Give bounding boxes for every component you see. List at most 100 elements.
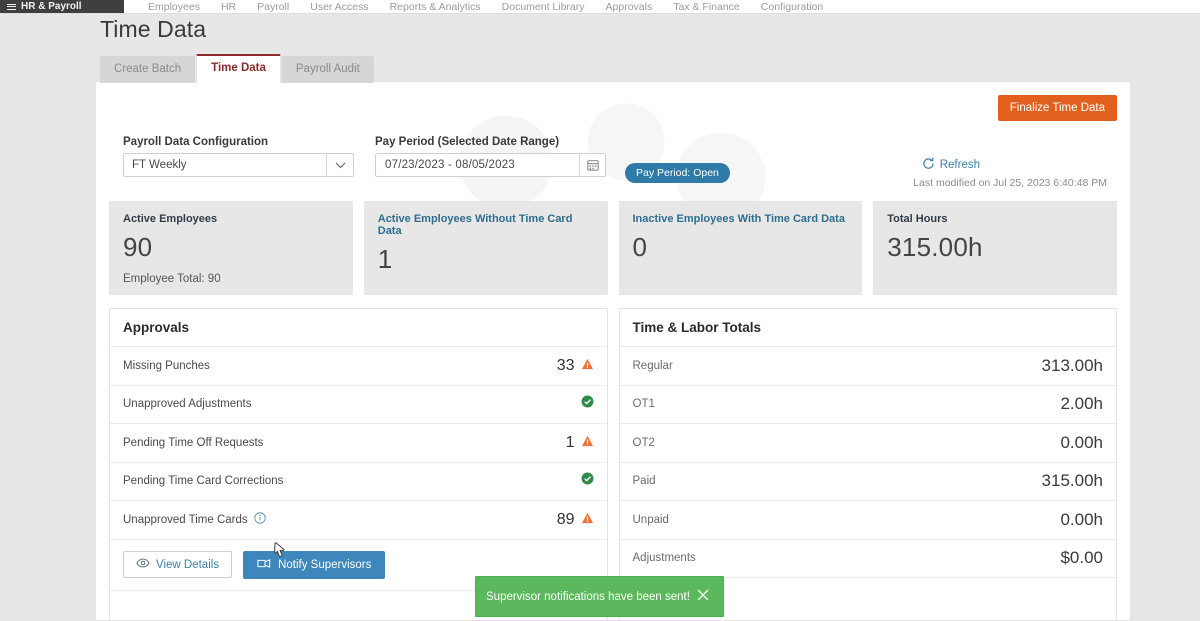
stat-card-active-employees-without-time-card-data[interactable]: Active Employees Without Time Card Data …	[363, 201, 608, 295]
total-row-value: 315.00h	[1041, 471, 1103, 491]
approval-row-value: 33	[556, 356, 575, 374]
table-row: OT1 2.00h	[619, 386, 1116, 424]
stat-card-active-employees: Active Employees 90 Employee Total: 90	[109, 201, 353, 295]
table-row[interactable]: Unapproved Time Cards 89	[110, 501, 607, 540]
pay-period-date-range-input[interactable]: 07/23/2023 - 08/05/2023	[375, 153, 606, 177]
approval-row-value-group: 89	[557, 511, 594, 529]
nav-items: Employees HR Payroll User Access Reports…	[124, 1, 823, 13]
approval-row-label: Pending Time Off Requests	[123, 436, 264, 449]
total-row-value: 0.00h	[1060, 509, 1103, 529]
calendar-icon[interactable]	[579, 154, 605, 176]
table-row: Regular 313.00h	[619, 347, 1116, 386]
nav-item-user-access[interactable]: User Access	[310, 1, 368, 13]
tab-create-batch[interactable]: Create Batch	[100, 56, 196, 83]
total-row-label: Adjustments	[632, 552, 696, 565]
pay-period-field: Pay Period (Selected Date Range) 07/23/2…	[375, 136, 606, 177]
approvals-panel-title: Approvals	[110, 309, 607, 347]
nav-item-tax-finance[interactable]: Tax & Finance	[673, 1, 740, 13]
total-row-label: OT1	[632, 398, 655, 411]
last-modified-text: Last modified on Jul 25, 2023 6:40:48 PM	[913, 177, 1107, 189]
stat-title[interactable]: Active Employees Without Time Card Data	[378, 213, 594, 237]
toast-notification: Supervisor notifications have been sent!	[475, 576, 724, 617]
chevron-down-icon[interactable]	[326, 154, 353, 176]
nav-item-approvals[interactable]: Approvals	[606, 1, 653, 13]
table-row[interactable]: Pending Time Card Corrections	[110, 463, 607, 501]
stat-value: 1	[377, 244, 393, 274]
approval-row-value-group: 1	[566, 434, 594, 452]
approval-row-value: 89	[556, 510, 575, 528]
stat-title: Total Hours	[887, 213, 948, 225]
pay-period-value: 07/23/2023 - 08/05/2023	[385, 159, 515, 171]
refresh-icon	[922, 157, 935, 173]
stat-title[interactable]: Inactive Employees With Time Card Data	[633, 213, 849, 225]
warning-icon	[581, 511, 594, 529]
page-title: Time Data	[100, 16, 207, 42]
close-icon[interactable]	[695, 587, 711, 606]
notify-supervisors-button[interactable]: Notify Supervisors	[243, 550, 386, 579]
time-labor-totals-title: Time & Labor Totals	[619, 309, 1116, 347]
total-row-value: 2.00h	[1060, 394, 1103, 414]
approvals-panel: Approvals Missing Punches 33 Unapproved …	[109, 308, 608, 620]
stat-title: Active Employees	[123, 213, 218, 225]
total-row-label: Unpaid	[632, 513, 669, 526]
approval-row-label-group: Unapproved Time Cards	[123, 512, 266, 527]
payroll-data-configuration-value: FT Weekly	[132, 159, 187, 171]
refresh-button[interactable]: Refresh	[922, 157, 980, 173]
filter-row: Payroll Data Configuration FT Weekly Pay…	[110, 136, 1116, 196]
table-row: OT2 0.00h	[619, 424, 1116, 463]
view-details-button[interactable]: View Details	[123, 551, 233, 578]
nav-item-payroll[interactable]: Payroll	[257, 1, 289, 13]
total-row-value: $0.00	[1060, 548, 1103, 568]
stat-value: 315.00h	[887, 232, 983, 262]
time-data-panel: Finalize Time Data Payroll Data Configur…	[95, 81, 1131, 621]
time-labor-totals-panel: Time & Labor Totals Regular 313.00h OT1 …	[618, 308, 1117, 620]
total-row-label: Paid	[632, 475, 656, 488]
pay-period-label: Pay Period (Selected Date Range)	[375, 136, 560, 148]
approval-row-value-group: 33	[557, 357, 594, 375]
approval-row-value: 1	[565, 433, 575, 451]
top-navigation-bar: HR & Payroll Employees HR Payroll User A…	[0, 0, 1200, 14]
table-row: Adjustments $0.00	[619, 540, 1116, 578]
check-circle-icon	[581, 472, 594, 490]
table-row: Unpaid 0.00h	[619, 501, 1116, 540]
approval-row-label: Unapproved Time Cards	[123, 513, 248, 526]
payroll-data-configuration-label: Payroll Data Configuration	[123, 136, 269, 148]
hamburger-icon[interactable]	[7, 2, 16, 11]
warning-icon	[581, 434, 594, 452]
approval-row-value-group	[575, 395, 594, 413]
refresh-label: Refresh	[939, 159, 980, 171]
total-row-label: OT2	[632, 436, 655, 449]
nav-item-configuration[interactable]: Configuration	[761, 1, 823, 13]
nav-item-employees[interactable]: Employees	[148, 1, 200, 13]
tab-payroll-audit[interactable]: Payroll Audit	[281, 56, 374, 83]
stat-card-total-hours: Total Hours 315.00h	[873, 201, 1117, 295]
send-icon	[257, 558, 271, 572]
nav-item-hr[interactable]: HR	[221, 1, 236, 13]
brand-label: HR & Payroll	[21, 1, 82, 12]
total-row-label: Regular	[632, 359, 673, 372]
table-row[interactable]: Unapproved Adjustments	[110, 386, 607, 424]
pay-period-status-badge: Pay Period: Open	[625, 163, 730, 183]
total-row-value: 0.00h	[1060, 432, 1103, 452]
finalize-time-data-button[interactable]: Finalize Time Data	[997, 95, 1117, 121]
warning-icon	[581, 357, 594, 375]
table-row[interactable]: Pending Time Off Requests 1	[110, 424, 607, 463]
stat-value: 90	[123, 232, 153, 262]
stat-card-inactive-employees-with-time-card-data[interactable]: Inactive Employees With Time Card Data 0	[618, 201, 863, 295]
total-row-value: 313.00h	[1041, 355, 1103, 375]
nav-item-reports-analytics[interactable]: Reports & Analytics	[390, 1, 481, 13]
brand-menu-button[interactable]: HR & Payroll	[0, 0, 124, 13]
info-icon[interactable]	[253, 512, 266, 527]
table-row: Paid 315.00h	[619, 463, 1116, 501]
tab-time-data[interactable]: Time Data	[196, 54, 281, 83]
tab-bar: Create Batch Time Data Payroll Audit	[100, 54, 375, 83]
approval-row-value-group	[575, 472, 594, 490]
nav-item-document-library[interactable]: Document Library	[502, 1, 585, 13]
payroll-data-configuration-field: Payroll Data Configuration FT Weekly	[123, 136, 354, 177]
approval-row-label: Unapproved Adjustments	[123, 398, 252, 411]
approval-row-label: Missing Punches	[123, 359, 210, 372]
table-row[interactable]: Missing Punches 33	[110, 347, 607, 386]
stat-value: 0	[632, 232, 648, 262]
stat-subtext: Employee Total: 90	[123, 273, 221, 285]
payroll-data-configuration-select[interactable]: FT Weekly	[123, 153, 354, 177]
